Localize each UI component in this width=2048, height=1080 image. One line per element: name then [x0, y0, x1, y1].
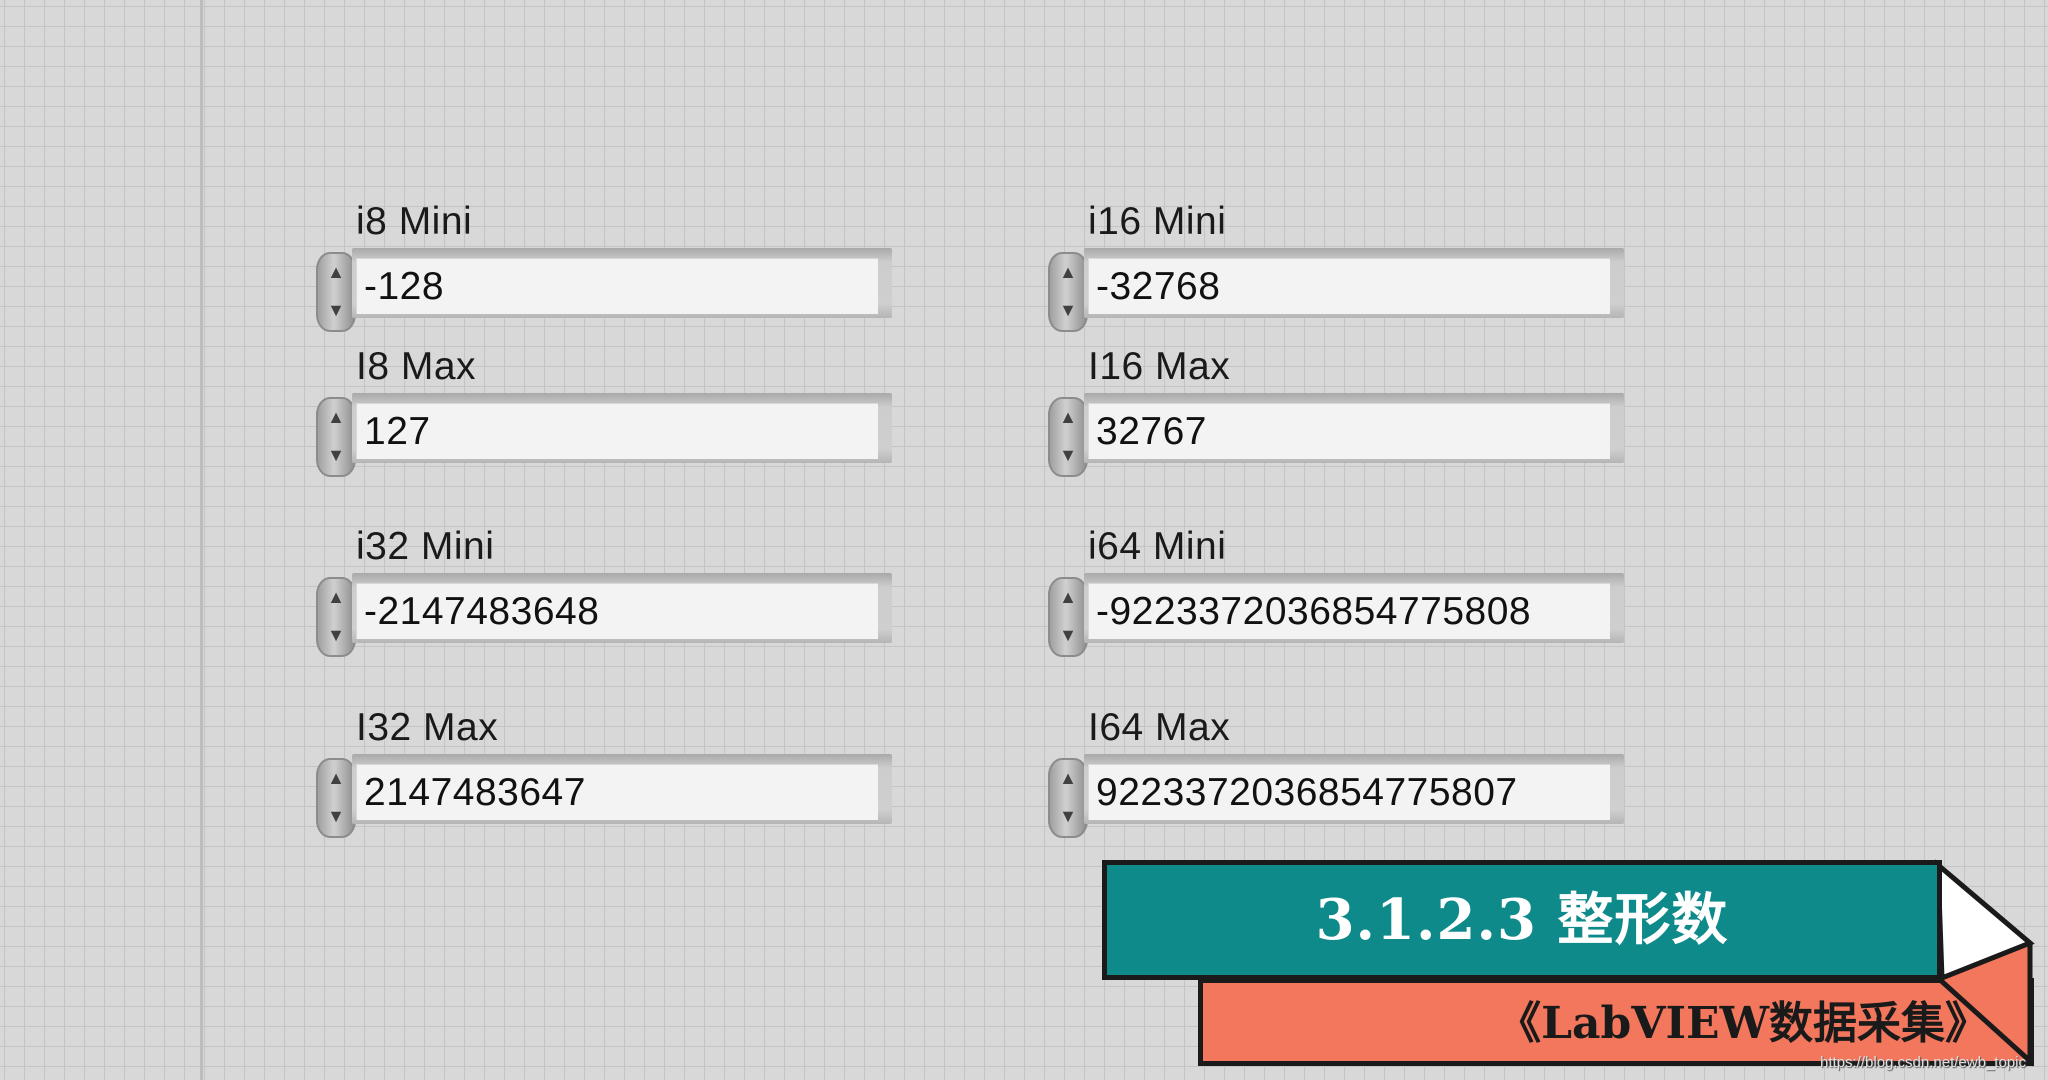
increment-decrement[interactable]: ▲ ▼ — [1048, 252, 1088, 332]
numeric-control: ▲ ▼ -9223372036854775808 — [1048, 573, 1624, 659]
numeric-control: ▲ ▼ 9223372036854775807 — [1048, 754, 1624, 840]
control-i16-max: I16 Max ▲ ▼ 32767 — [1048, 345, 1628, 485]
down-arrow-icon[interactable]: ▼ — [324, 439, 348, 471]
control-i8-max: I8 Max ▲ ▼ 127 — [316, 345, 896, 485]
down-arrow-icon[interactable]: ▼ — [1056, 619, 1080, 651]
numeric-control: ▲ ▼ -128 — [316, 248, 892, 334]
increment-decrement[interactable]: ▲ ▼ — [1048, 758, 1088, 838]
increment-decrement[interactable]: ▲ ▼ — [1048, 577, 1088, 657]
control-label: i32 Mini — [356, 525, 495, 568]
numeric-frame: -2147483648 — [352, 573, 892, 643]
up-arrow-icon[interactable]: ▲ — [1056, 581, 1080, 613]
control-i8-mini: i8 Mini ▲ ▼ -128 — [316, 200, 896, 340]
down-arrow-icon[interactable]: ▼ — [324, 294, 348, 326]
numeric-field[interactable]: 127 — [356, 403, 878, 459]
up-arrow-icon[interactable]: ▲ — [1056, 401, 1080, 433]
watermark-link: https://blog.csdn.net/ewb_topic — [1820, 1054, 2026, 1071]
numeric-frame: 127 — [352, 393, 892, 463]
numeric-frame: 9223372036854775807 — [1084, 754, 1624, 824]
control-i64-max: I64 Max ▲ ▼ 9223372036854775807 — [1048, 706, 1628, 846]
increment-decrement[interactable]: ▲ ▼ — [316, 252, 356, 332]
down-arrow-icon[interactable]: ▼ — [324, 619, 348, 651]
numeric-control: ▲ ▼ -32768 — [1048, 248, 1624, 334]
up-arrow-icon[interactable]: ▲ — [324, 256, 348, 288]
numeric-control: ▲ ▼ -2147483648 — [316, 573, 892, 659]
increment-decrement[interactable]: ▲ ▼ — [1048, 397, 1088, 477]
up-arrow-icon[interactable]: ▲ — [324, 581, 348, 613]
numeric-frame: -32768 — [1084, 248, 1624, 318]
up-arrow-icon[interactable]: ▲ — [324, 762, 348, 794]
control-label: i8 Mini — [356, 200, 473, 243]
numeric-field[interactable]: 32767 — [1088, 403, 1610, 459]
up-arrow-icon[interactable]: ▲ — [324, 401, 348, 433]
increment-decrement[interactable]: ▲ ▼ — [316, 577, 356, 657]
down-arrow-icon[interactable]: ▼ — [1056, 800, 1080, 832]
control-label: i64 Mini — [1088, 525, 1227, 568]
numeric-frame: 2147483647 — [352, 754, 892, 824]
numeric-field[interactable]: -32768 — [1088, 258, 1610, 314]
banner-title: 3.1.2.3 整形数 — [1315, 887, 1729, 953]
up-arrow-icon[interactable]: ▲ — [1056, 762, 1080, 794]
numeric-frame: 32767 — [1084, 393, 1624, 463]
control-i64-mini: i64 Mini ▲ ▼ -9223372036854775808 — [1048, 525, 1628, 665]
numeric-frame: -9223372036854775808 — [1084, 573, 1624, 643]
control-label: I32 Max — [356, 706, 499, 749]
control-label: I8 Max — [356, 345, 477, 388]
numeric-control: ▲ ▼ 2147483647 — [316, 754, 892, 840]
panel-divider — [200, 0, 203, 1080]
increment-decrement[interactable]: ▲ ▼ — [316, 758, 356, 838]
control-label: i16 Mini — [1088, 200, 1227, 243]
banner-fold-shape — [1935, 859, 2035, 1067]
control-i32-mini: i32 Mini ▲ ▼ -2147483648 — [316, 525, 896, 665]
numeric-field[interactable]: -9223372036854775808 — [1088, 583, 1610, 639]
numeric-field[interactable]: -128 — [356, 258, 878, 314]
control-label: I64 Max — [1088, 706, 1231, 749]
control-i32-max: I32 Max ▲ ▼ 2147483647 — [316, 706, 896, 846]
numeric-field[interactable]: 9223372036854775807 — [1088, 764, 1610, 820]
down-arrow-icon[interactable]: ▼ — [1056, 294, 1080, 326]
banner-title-block: 3.1.2.3 整形数 — [1102, 860, 1942, 980]
down-arrow-icon[interactable]: ▼ — [1056, 439, 1080, 471]
control-i16-mini: i16 Mini ▲ ▼ -32768 — [1048, 200, 1628, 340]
numeric-control: ▲ ▼ 32767 — [1048, 393, 1624, 479]
down-arrow-icon[interactable]: ▼ — [324, 800, 348, 832]
numeric-frame: -128 — [352, 248, 892, 318]
control-label: I16 Max — [1088, 345, 1231, 388]
numeric-field[interactable]: 2147483647 — [356, 764, 878, 820]
increment-decrement[interactable]: ▲ ▼ — [316, 397, 356, 477]
numeric-control: ▲ ▼ 127 — [316, 393, 892, 479]
numeric-field[interactable]: -2147483648 — [356, 583, 878, 639]
up-arrow-icon[interactable]: ▲ — [1056, 256, 1080, 288]
